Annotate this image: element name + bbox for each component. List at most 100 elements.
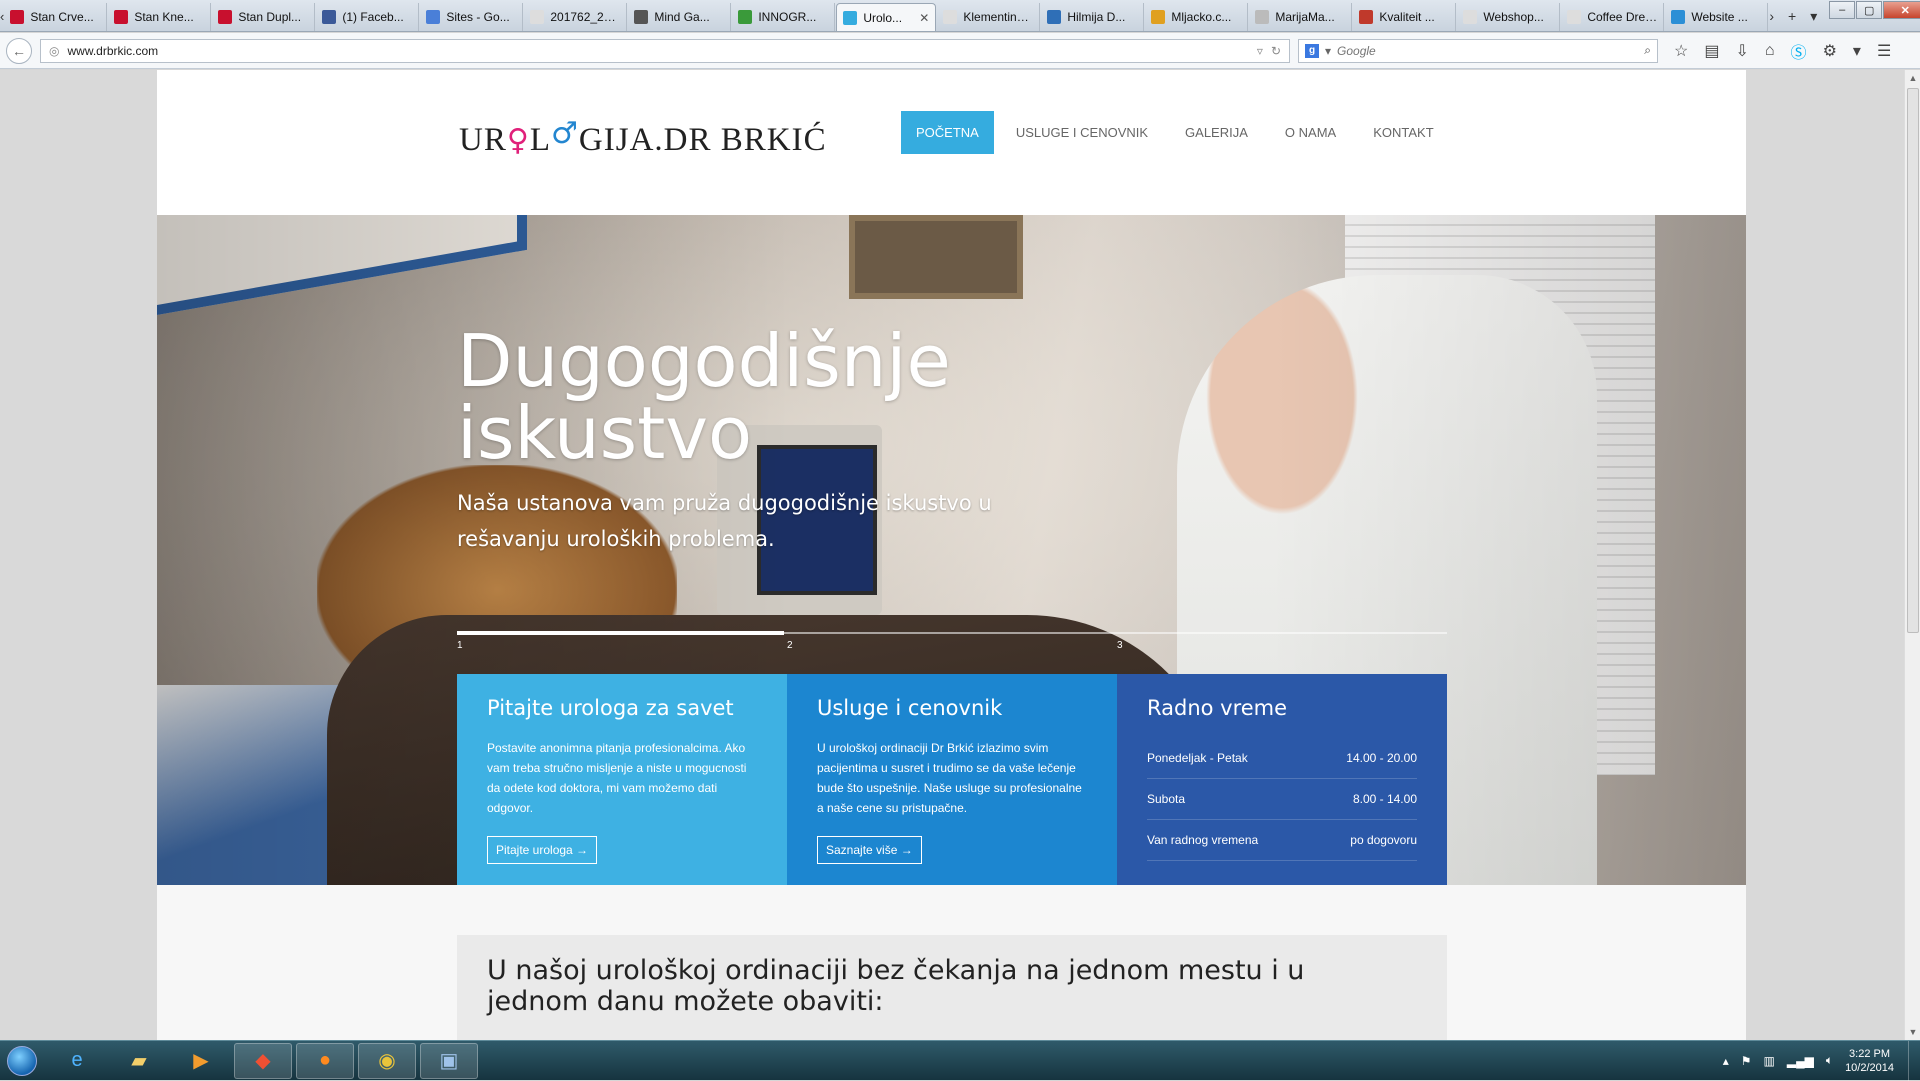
tab-favicon-icon bbox=[1151, 10, 1166, 24]
slide-indicator-2[interactable]: 2 bbox=[787, 640, 793, 651]
clock-time: 3:22 PM bbox=[1849, 1047, 1891, 1060]
reload-icon[interactable]: ↻ bbox=[1271, 44, 1281, 58]
hero-title: Dugogodišnje iskustvo bbox=[457, 319, 951, 475]
tab-label: MarijaMa... bbox=[1275, 10, 1335, 24]
nav-item-o-nama[interactable]: O NAMA bbox=[1270, 111, 1351, 154]
tab-label: Sites - Go... bbox=[446, 10, 510, 24]
browser-tab-bar: ‹ Stan Crve... Stan Kne... Stan Dupl... (1)… bbox=[0, 0, 1920, 32]
logo-text-rest: GIJA.DR BRKIĆ bbox=[578, 122, 827, 158]
intro-section: U našoj urološkoj ordinaciji bez čekanja… bbox=[157, 885, 1746, 1040]
browser-tab[interactable]: 201762_20344... bbox=[524, 3, 628, 31]
nav-item-kontakt[interactable]: KONTAKT bbox=[1358, 111, 1448, 154]
tab-label: Mind Ga... bbox=[654, 10, 710, 24]
ask-urologist-title: Pitajte urologa za savet bbox=[487, 696, 734, 720]
logo-text-ur: UR bbox=[459, 122, 507, 158]
scroll-up-icon[interactable]: ▲ bbox=[1905, 70, 1920, 86]
toolbar-overflow-icon[interactable]: ▾ bbox=[1853, 41, 1861, 61]
browser-tab[interactable]: Sites - Go... bbox=[420, 3, 524, 31]
nav-item-galerija[interactable]: GALERIJA bbox=[1170, 111, 1263, 154]
firefox-icon[interactable]: ● bbox=[296, 1042, 354, 1079]
nav-item-usluge-i-cenovnik[interactable]: USLUGE I CENOVNIK bbox=[1001, 111, 1163, 154]
minimize-button[interactable]: – bbox=[1829, 1, 1856, 19]
browser-tab[interactable]: Stan Dupl... bbox=[212, 3, 316, 31]
learn-more-button[interactable]: Saznajte više → bbox=[817, 836, 922, 864]
tab-label: Urolo... bbox=[863, 10, 903, 25]
browser-tab[interactable]: Mind Ga... bbox=[628, 3, 732, 31]
browser-tab[interactable]: Urolo... ✕ bbox=[836, 3, 937, 31]
browser-tab[interactable]: Mljacko.c... bbox=[1145, 3, 1249, 31]
browser-tab[interactable]: Kvaliteit ... bbox=[1353, 3, 1457, 31]
search-input[interactable] bbox=[1337, 43, 1639, 58]
signal-icon[interactable]: ▂▄▆ bbox=[1787, 1054, 1814, 1068]
nav-item-po-etna[interactable]: POČETNA bbox=[901, 111, 994, 154]
browser-tab[interactable]: (1) Faceb... bbox=[316, 3, 420, 31]
main-nav: POČETNA USLUGE I CENOVNIK GALERIJA O NAMA KO… bbox=[901, 111, 1456, 154]
browser-tab[interactable]: Website ... bbox=[1665, 3, 1769, 31]
virtualbox-icon[interactable]: ▣ bbox=[420, 1042, 478, 1079]
tab-scroll-right-icon[interactable]: › bbox=[1769, 8, 1774, 24]
address-bar[interactable]: ◎ www.drbrkic.com ▿ ↻ bbox=[40, 38, 1290, 63]
home-icon[interactable]: ⌂ bbox=[1765, 42, 1775, 60]
back-button[interactable]: ← bbox=[6, 37, 32, 64]
browser-tab[interactable]: INNOGR... bbox=[732, 3, 836, 31]
volume-icon[interactable]: 🔈︎ bbox=[1826, 1053, 1833, 1068]
browser-tab[interactable]: Stan Kne... bbox=[108, 3, 212, 31]
show-desktop-button[interactable] bbox=[1908, 1040, 1920, 1081]
search-bar[interactable]: g ▾ ⌕ bbox=[1298, 38, 1658, 63]
hours-row: Ponedeljak - Petak 14.00 - 20.00 bbox=[1147, 738, 1417, 779]
scroll-down-icon[interactable]: ▼ bbox=[1905, 1024, 1920, 1040]
menu-icon[interactable]: ☰ bbox=[1877, 41, 1891, 61]
intro-panel: U našoj urološkoj ordinaciji bez čekanja… bbox=[457, 935, 1447, 1040]
browser-tab[interactable]: MarijaMa... bbox=[1249, 3, 1353, 31]
tab-label: Mljacko.c... bbox=[1171, 10, 1232, 24]
engine-dropdown-icon[interactable]: ▾ bbox=[1325, 44, 1331, 58]
internet-explorer-icon[interactable]: e bbox=[48, 1043, 106, 1079]
file-explorer-icon[interactable]: ▰ bbox=[110, 1043, 168, 1079]
male-symbol-icon: ♂ bbox=[551, 116, 579, 151]
tab-strip: Stan Crve... Stan Kne... Stan Dupl... (1) F… bbox=[4, 3, 1769, 31]
network-icon[interactable]: ▥ bbox=[1764, 1054, 1775, 1068]
url-dropdown-icon[interactable]: ▿ bbox=[1257, 44, 1263, 58]
google-engine-icon[interactable]: g bbox=[1305, 43, 1319, 58]
site-logo[interactable]: UR ♀ L ♂ GIJA.DR BRKIĆ bbox=[459, 116, 827, 159]
tab-close-icon[interactable]: ✕ bbox=[919, 11, 929, 25]
slide-indicator-1[interactable]: 1 bbox=[457, 640, 463, 651]
url-text[interactable]: www.drbrkic.com bbox=[67, 44, 1248, 58]
scrollbar-thumb[interactable] bbox=[1907, 88, 1919, 633]
ask-urologist-button[interactable]: Pitajte urologa → bbox=[487, 836, 598, 864]
skype-icon[interactable]: Ⓢ bbox=[1791, 39, 1807, 63]
bookmarks-list-icon[interactable]: ▤ bbox=[1704, 41, 1719, 61]
tab-label: Stan Crve... bbox=[30, 10, 94, 24]
close-window-button[interactable]: ✕ bbox=[1883, 1, 1920, 19]
browser-tab[interactable]: Coffee Dream... bbox=[1561, 3, 1665, 31]
new-tab-icon[interactable]: + bbox=[1788, 8, 1796, 24]
tab-favicon-icon bbox=[943, 10, 958, 24]
downloads-icon[interactable]: ⇩ bbox=[1735, 41, 1748, 61]
female-symbol-icon: ♀ bbox=[506, 123, 530, 158]
bookmark-star-icon[interactable]: ☆ bbox=[1674, 41, 1688, 61]
browser-tab[interactable]: Stan Crve... bbox=[4, 3, 108, 31]
action-center-flag-icon[interactable]: ⚑ bbox=[1741, 1054, 1752, 1068]
logo-text-l: L bbox=[529, 122, 551, 158]
tab-label: Klementina | ... bbox=[963, 10, 1033, 24]
chrome-icon[interactable]: ◉ bbox=[358, 1042, 416, 1079]
site-identity-icon[interactable]: ◎ bbox=[49, 44, 59, 58]
git-icon[interactable]: ◆ bbox=[234, 1042, 292, 1079]
browser-tab[interactable]: Webshop... bbox=[1457, 3, 1561, 31]
tab-label: Kvaliteit ... bbox=[1379, 10, 1435, 24]
slider-progress-track[interactable] bbox=[457, 631, 1447, 635]
maximize-button[interactable]: ▢ bbox=[1856, 1, 1883, 19]
start-button[interactable] bbox=[0, 1041, 44, 1081]
media-player-icon[interactable]: ▶ bbox=[172, 1043, 230, 1079]
hours-time: 8.00 - 14.00 bbox=[1352, 792, 1417, 806]
show-hidden-icons-icon[interactable]: ▴ bbox=[1723, 1054, 1729, 1068]
addon-icon[interactable]: ⚙ bbox=[1823, 41, 1837, 61]
tab-favicon-icon bbox=[1671, 10, 1686, 24]
browser-tab[interactable]: Klementina | ... bbox=[937, 3, 1041, 31]
search-magnifier-icon[interactable]: ⌕ bbox=[1644, 43, 1651, 58]
page-scrollbar[interactable]: ▲ ▼ bbox=[1904, 70, 1920, 1040]
browser-tab[interactable]: Hilmija D... bbox=[1041, 3, 1145, 31]
slide-indicator-3[interactable]: 3 bbox=[1117, 640, 1123, 651]
taskbar-clock[interactable]: 3:22 PM 10/2/2014 bbox=[1845, 1047, 1894, 1075]
tab-list-icon[interactable]: ▾ bbox=[1810, 8, 1817, 25]
